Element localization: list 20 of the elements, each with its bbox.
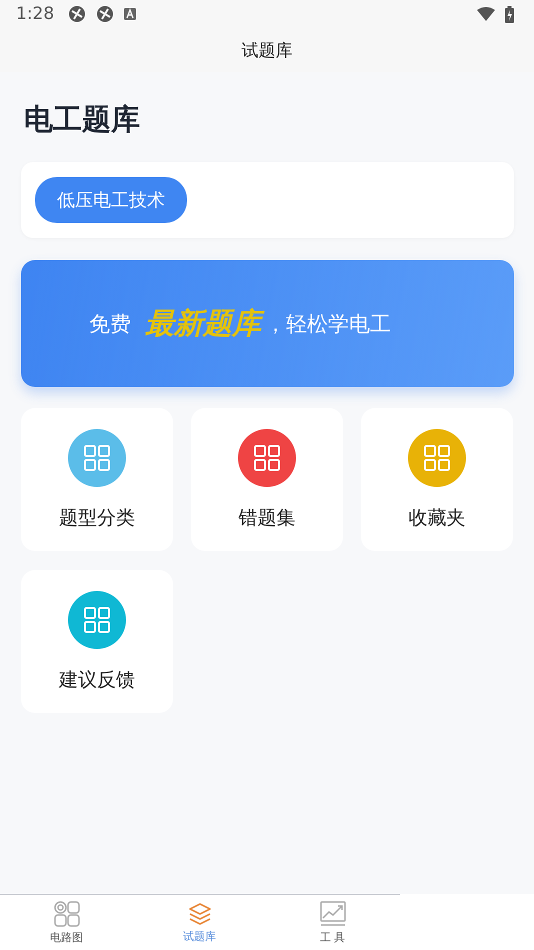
layers-icon [188,902,212,926]
battery-icon [505,6,514,22]
keyboard-icon [124,8,136,20]
banner-text: ，轻松学电工 [265,310,391,338]
feature-tile[interactable]: 错题集 [191,408,343,551]
trend-chart-icon [320,900,346,926]
feature-tile[interactable]: 题型分类 [21,408,173,551]
feature-tile[interactable]: 建议反馈 [21,570,173,713]
status-time: 1:28 [16,4,54,24]
app-notification-icon [96,5,114,23]
app-notification-icon [68,5,86,23]
page-title: 电工题库 [24,101,141,138]
banner-text: 免费 [89,310,131,338]
wifi-icon [477,7,495,21]
feature-tile[interactable]: 收藏夹 [361,408,513,551]
circuit-grid-icon [54,900,80,926]
category-chip[interactable]: 低压电工技术 [35,177,187,223]
nav-tab[interactable]: 工 具 [266,895,399,950]
page-header-title: 试题库 [242,40,292,62]
nav-tab[interactable]: 电路图 [0,895,133,950]
